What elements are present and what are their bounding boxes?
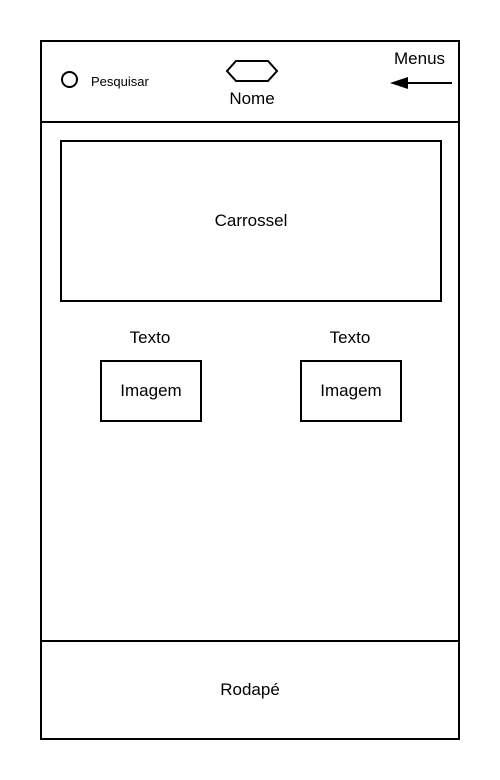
card-image[interactable]: Imagem [100,360,202,422]
search-label[interactable]: Pesquisar [91,74,149,89]
card-image-label: Imagem [320,381,382,400]
card-text: Texto [129,328,171,347]
phone-wireframe: Pesquisar Nome Menus Carrossel Texto Ima… [40,40,460,740]
card-image-label: Imagem [120,381,182,400]
card-text: Texto [329,328,371,347]
footer-label: Rodapé [220,680,280,699]
header: Pesquisar Nome Menus [42,42,458,123]
arrow-left-icon[interactable] [390,74,454,92]
brand-name: Nome [229,89,275,108]
carousel[interactable]: Carrossel [60,140,442,302]
carousel-label: Carrossel [214,211,288,230]
footer: Rodapé [42,640,458,738]
menus-label[interactable]: Menus [394,49,445,69]
card-image[interactable]: Imagem [300,360,402,422]
hexagon-icon [225,60,279,82]
circle-icon[interactable] [61,71,78,88]
